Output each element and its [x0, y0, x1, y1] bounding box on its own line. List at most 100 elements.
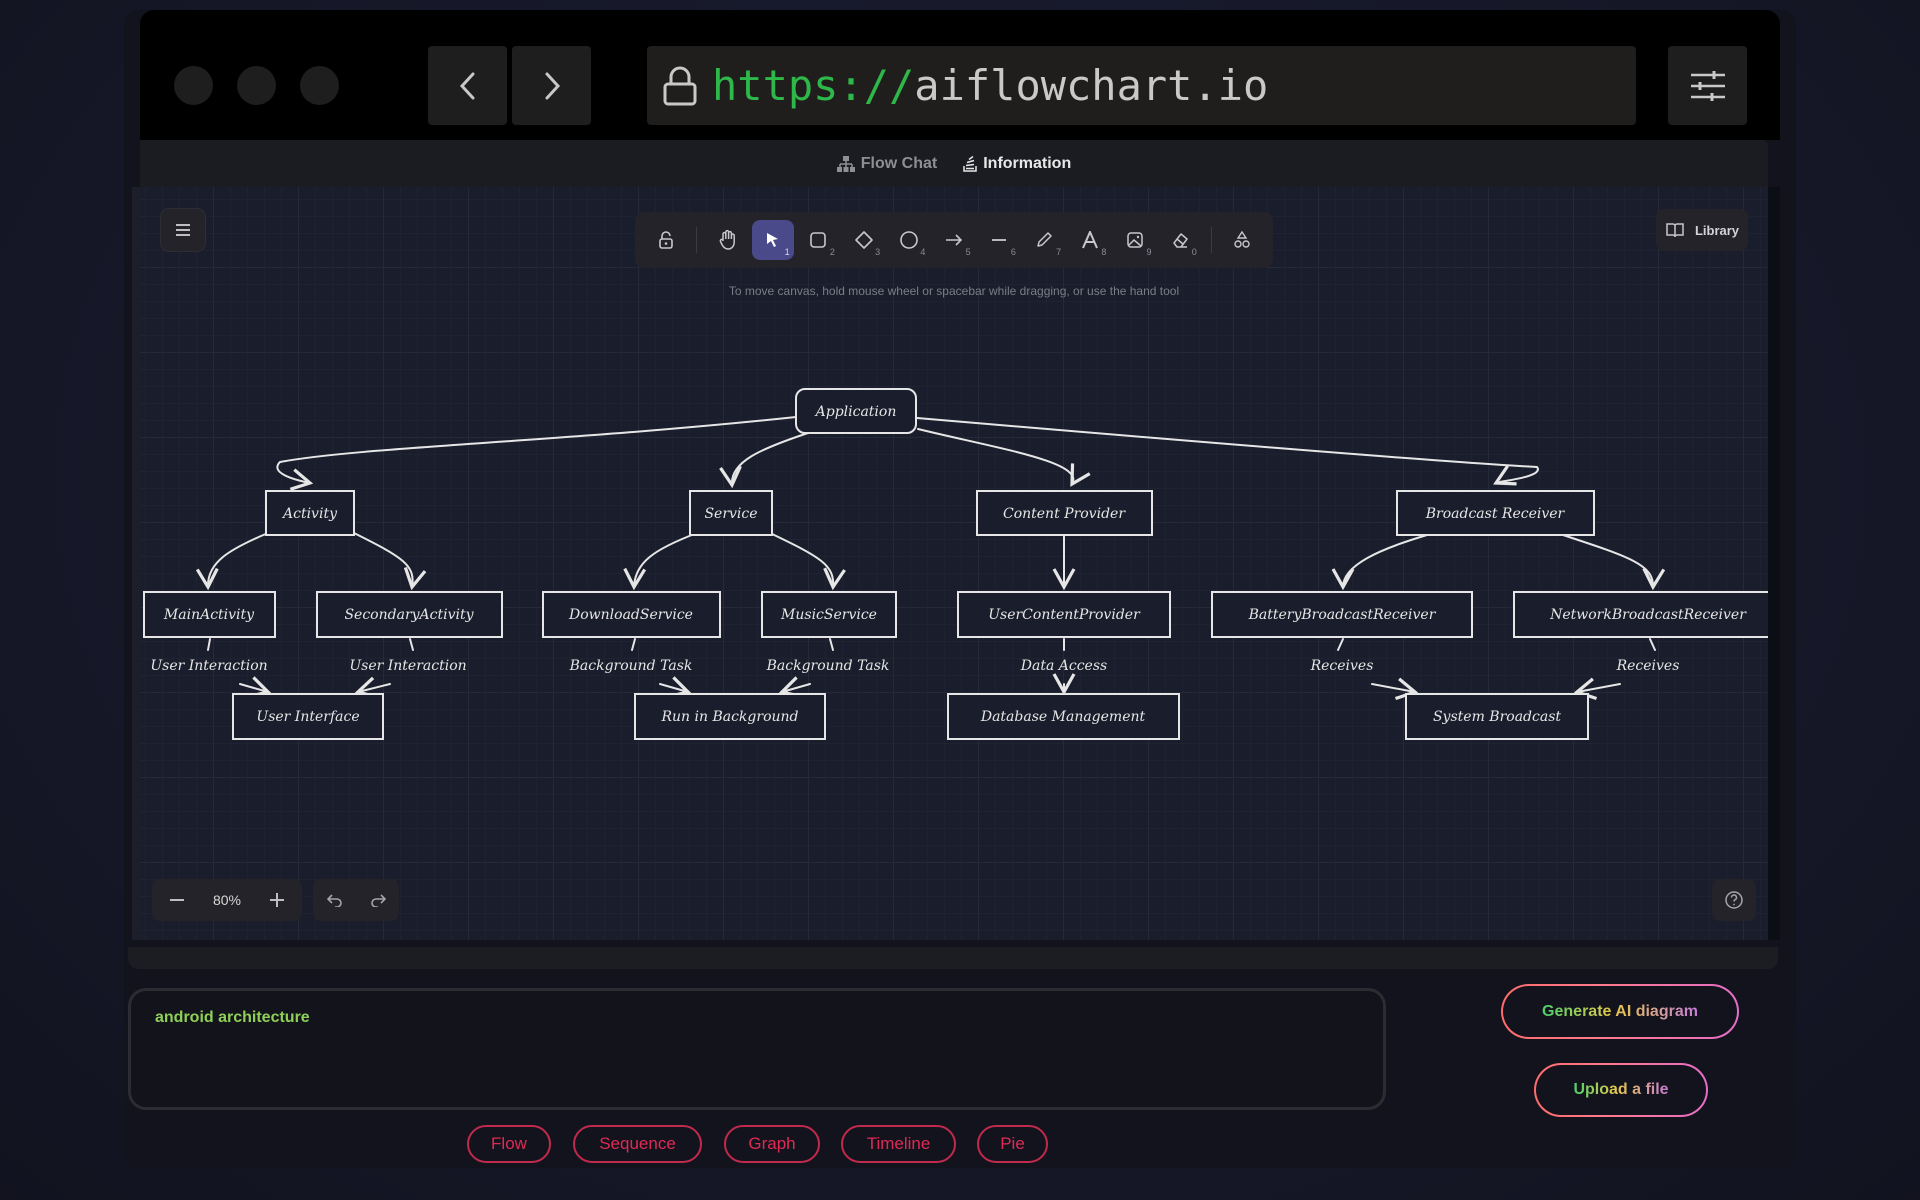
upload-file-button[interactable]: Upload a file: [1534, 1063, 1708, 1117]
tab-information[interactable]: Information: [963, 155, 1071, 173]
edge-battery-recv-bottom: [1371, 677, 1419, 701]
tool-hand[interactable]: [707, 220, 748, 260]
node-label: Activity: [281, 506, 338, 522]
tool-eraser[interactable]: 0: [1160, 220, 1201, 260]
tool-lock[interactable]: [645, 220, 686, 260]
edge-download-bg-bottom: [659, 676, 692, 699]
shapes-icon: [1234, 231, 1251, 248]
chevron-right-icon: [545, 72, 560, 99]
edge-secondary-ui-bottom: [354, 676, 391, 699]
edge-download-bg-top: [631, 638, 636, 651]
edge-secondary-ui-top: [409, 638, 414, 651]
edge-network-recv-bottom: [1573, 677, 1621, 701]
redo-button[interactable]: [363, 885, 393, 915]
arrow-right-icon: [946, 234, 963, 246]
window-close-dot[interactable]: [174, 66, 213, 105]
tool-shortcut: 0: [1191, 247, 1197, 257]
tool-shortcut: 3: [875, 247, 881, 257]
drawing-toolbar: 1 2 3 4 5 6 7 8 9 0: [635, 212, 1273, 268]
edge-label: Background Task: [569, 658, 693, 674]
canvas-left-edge: [132, 187, 140, 940]
tool-ellipse[interactable]: 4: [888, 220, 929, 260]
tool-shortcut: 7: [1056, 247, 1062, 257]
unlock-icon: [658, 231, 673, 249]
hand-icon: [719, 229, 735, 250]
help-circle-icon: [1725, 891, 1743, 909]
settings-button[interactable]: [1668, 46, 1747, 125]
chip-flow[interactable]: Flow: [467, 1125, 551, 1163]
circle-icon: [899, 231, 918, 249]
history-controls: [313, 879, 399, 921]
edge-label: Background Task: [766, 658, 890, 674]
tool-line[interactable]: 6: [979, 220, 1020, 260]
window-maximize-dot[interactable]: [300, 66, 339, 105]
edge-music-bg-bottom: [778, 676, 811, 699]
zoom-in-button[interactable]: [262, 885, 292, 915]
sitemap-icon: [836, 155, 855, 172]
tool-arrow[interactable]: 5: [933, 220, 974, 260]
tab-flow-chat[interactable]: Flow Chat: [836, 155, 937, 173]
edge-label: Data Access: [1020, 658, 1107, 674]
node-label: Application: [814, 404, 897, 420]
lock-icon: [663, 66, 697, 105]
url-bar[interactable]: https://aiflowchart.io: [647, 46, 1636, 125]
zoom-out-button[interactable]: [162, 885, 192, 915]
node-label: Service: [704, 506, 757, 522]
minus-icon: [170, 899, 184, 901]
main-menu-button[interactable]: [161, 209, 205, 251]
chip-pie[interactable]: Pie: [977, 1125, 1048, 1163]
node-label: BatteryBroadcastReceiver: [1248, 607, 1437, 623]
rectangle-icon: [810, 232, 827, 248]
window-minimize-dot[interactable]: [237, 66, 276, 105]
tool-text[interactable]: 8: [1069, 220, 1110, 260]
upload-button-inner: Upload a file: [1536, 1065, 1706, 1115]
edge-activity-secondary: [353, 532, 427, 591]
tool-draw[interactable]: 7: [1024, 220, 1065, 260]
chip-timeline[interactable]: Timeline: [841, 1125, 956, 1163]
architecture-diagram: Application Activity Service Content Pro…: [143, 388, 1768, 740]
node-label: UserContentProvider: [988, 607, 1141, 623]
forward-button[interactable]: [512, 46, 591, 125]
node-label: Broadcast Receiver: [1425, 506, 1566, 522]
tool-shortcut: 1: [784, 247, 790, 257]
chip-graph[interactable]: Graph: [724, 1125, 820, 1163]
chip-sequence[interactable]: Sequence: [573, 1125, 702, 1163]
generate-ai-diagram-button[interactable]: Generate AI diagram: [1501, 984, 1739, 1039]
zoom-level[interactable]: 80%: [213, 892, 241, 908]
library-button[interactable]: Library: [1656, 209, 1748, 251]
back-button[interactable]: [428, 46, 507, 125]
url-host: aiflowchart.io: [914, 61, 1269, 110]
edge-application-service: [719, 432, 809, 489]
tool-selection[interactable]: 1: [752, 220, 794, 260]
undo-button[interactable]: [320, 885, 350, 915]
tool-image[interactable]: 9: [1114, 220, 1155, 260]
upload-label: Upload a file: [1573, 1081, 1669, 1098]
tool-diamond[interactable]: 3: [843, 220, 884, 260]
tool-shortcut: 8: [1101, 247, 1107, 257]
pencil-icon: [1037, 232, 1053, 247]
node-label: Run in Background: [660, 709, 798, 725]
tool-extra-shapes[interactable]: [1222, 220, 1263, 260]
chevron-left-icon: [459, 72, 474, 99]
prompt-input[interactable]: android architecture: [153, 1007, 1361, 1095]
node-label: MusicService: [780, 607, 877, 623]
node-label: Database Management: [980, 709, 1146, 725]
edge-main-ui-bottom: [239, 676, 272, 699]
node-label: SecondaryActivity: [344, 607, 474, 623]
edge-music-bg-top: [829, 638, 834, 651]
edge-network-recv-top: [1649, 638, 1656, 651]
eraser-icon: [1173, 233, 1188, 248]
edge-label: Receives: [1616, 658, 1680, 674]
toolbar-divider: [696, 227, 698, 253]
toolbar-divider: [1210, 227, 1212, 253]
edge-main-ui-top: [207, 638, 211, 651]
edge-battery-recv-top: [1337, 638, 1344, 651]
prompt-box: android architecture: [128, 988, 1386, 1110]
tool-rectangle[interactable]: 2: [798, 220, 839, 260]
tool-shortcut: 2: [829, 247, 835, 257]
hamburger-icon: [176, 224, 190, 236]
help-button[interactable]: [1712, 879, 1756, 921]
edge-label: Receives: [1310, 658, 1374, 674]
zoom-controls: 80%: [152, 879, 302, 921]
drawing-canvas[interactable]: Application Activity Service Content Pro…: [140, 187, 1768, 940]
